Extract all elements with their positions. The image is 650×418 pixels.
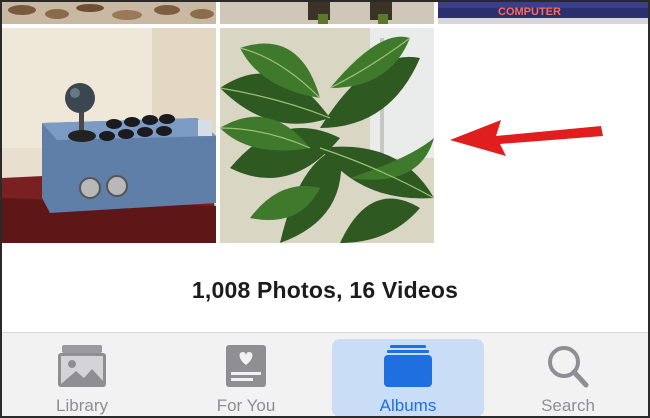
photo-thumbnail[interactable] bbox=[220, 2, 434, 24]
tab-library[interactable]: Library bbox=[6, 333, 158, 416]
tab-bar: Library For You Albums Search bbox=[2, 332, 648, 416]
for-you-card-icon bbox=[226, 345, 266, 387]
annotation-arrow-icon bbox=[450, 120, 603, 156]
albums-folder-icon bbox=[384, 345, 432, 387]
photo-thumbnail-arcade-stick[interactable] bbox=[2, 28, 216, 243]
tab-label: Library bbox=[56, 396, 108, 415]
tab-label: Albums bbox=[379, 396, 437, 415]
tab-label: Search bbox=[541, 396, 595, 415]
book-cover-text: COMPUTER bbox=[498, 6, 561, 18]
photos-app-screen: COMPUTER 1,008 Photos, 16 Videos Library… bbox=[0, 0, 650, 418]
tab-for-you[interactable]: For You bbox=[170, 333, 322, 416]
photo-thumbnail[interactable]: COMPUTER bbox=[438, 2, 648, 24]
photo-thumbnail-plant[interactable] bbox=[220, 28, 434, 243]
photos-stack-icon bbox=[58, 345, 106, 387]
photo-thumbnail[interactable] bbox=[2, 2, 216, 24]
magnifying-glass-icon bbox=[548, 346, 589, 388]
tab-search[interactable]: Search bbox=[492, 333, 644, 416]
photos-videos-count: 1,008 Photos, 16 Videos bbox=[191, 277, 459, 303]
tab-label: For You bbox=[216, 396, 276, 415]
tab-albums[interactable]: Albums bbox=[332, 333, 484, 416]
